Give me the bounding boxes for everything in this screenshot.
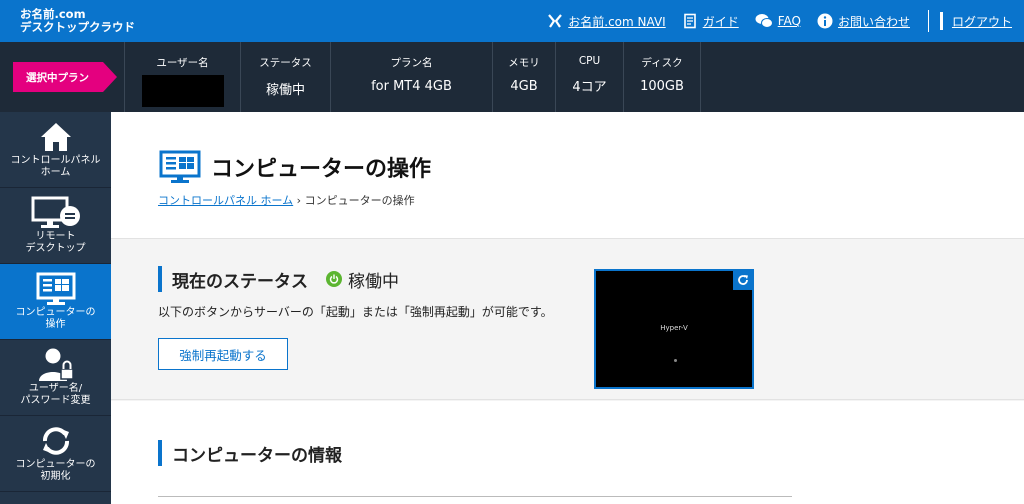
refresh-preview-button[interactable] (733, 270, 753, 290)
plan-col-disk: ディスク 100GB (623, 42, 701, 112)
logout-icon (939, 12, 943, 30)
status-heading-text: 現在のステータス (172, 271, 308, 292)
nav-contact[interactable]: お問い合わせ (817, 13, 910, 30)
main-content: コンピューターの操作 コントロールパネル ホーム › コンピューターの操作 現在… (111, 112, 1024, 504)
sidebar-item-home[interactable]: コントロールパネル ホーム (0, 112, 111, 188)
loading-spinner (674, 359, 677, 362)
plan-col-cpu: CPU 4コア (555, 42, 623, 112)
sidebar-item-label: ユーザー名/ パスワード変更 (20, 383, 91, 406)
sidebar-item-label: コンピューターの 操作 (15, 307, 96, 330)
home-icon (40, 123, 71, 151)
breadcrumb-home-link[interactable]: コントロールパネル ホーム (158, 194, 293, 207)
plan-col-username: ユーザー名 (124, 42, 240, 112)
status-section: 現在のステータス 稼働中 以下のボタンからサーバーの「起動」または「強制再起動」… (111, 240, 1024, 400)
nav-label: ログアウト (951, 14, 1012, 29)
remote-desktop-icon (31, 196, 80, 228)
guide-icon (683, 13, 696, 29)
nav-faq[interactable]: FAQ (755, 13, 801, 29)
username-header: ユーザー名 (156, 57, 209, 69)
plan-bar: 選択中プラン ユーザー名 ステータス 稼働中 プラン名 for MT4 4GB … (0, 42, 1024, 112)
heading-accent-bar (158, 440, 162, 466)
nav-label: お名前.com NAVI (568, 14, 666, 29)
preview-text: Hyper-V (660, 324, 688, 332)
divider (158, 496, 792, 497)
force-restart-button[interactable]: 強制再起動する (158, 338, 288, 370)
navi-icon (548, 14, 563, 28)
console-preview[interactable]: Hyper-V (594, 269, 754, 389)
top-nav: お名前.com NAVI ガイド FAQ お問い合わせ ログアウト (531, 0, 1024, 42)
status-heading: 現在のステータス 稼働中 (158, 266, 399, 292)
current-status: 稼働中 (326, 267, 399, 292)
brand-logo[interactable]: お名前.com デスクトップクラウド (0, 8, 135, 34)
sidebar-item-label: コントロールパネル ホーム (10, 155, 101, 178)
plan-name-header: プラン名 (390, 57, 433, 69)
info-section: コンピューターの情報 (111, 401, 1024, 504)
sidebar-item-computer-ops[interactable]: コンピューターの 操作 (0, 264, 111, 340)
nav-guide[interactable]: ガイド (682, 13, 739, 30)
sidebar-item-reset[interactable]: コンピューターの 初期化 (0, 416, 111, 492)
nav-label: ガイド (702, 14, 739, 29)
top-header: お名前.com デスクトップクラウド お名前.com NAVI ガイド FAQ … (0, 0, 1024, 42)
sidebar-item-label: リモート デスクトップ (25, 231, 86, 254)
nav-onamae-navi[interactable]: お名前.com NAVI (547, 13, 666, 30)
breadcrumb-current: コンピューターの操作 (304, 194, 415, 207)
reset-icon (42, 427, 69, 455)
nav-label: FAQ (777, 14, 801, 28)
selected-plan-badge: 選択中プラン (13, 62, 117, 92)
plan-col-status: ステータス 稼働中 (240, 42, 330, 112)
breadcrumb-separator: › (296, 194, 302, 207)
title-area: コンピューターの操作 コントロールパネル ホーム › コンピューターの操作 (111, 112, 1024, 239)
cpu-header: CPU (578, 55, 601, 67)
sidebar-item-remote-desktop[interactable]: リモート デスクトップ (0, 188, 111, 264)
plan-name-value: for MT4 4GB (371, 79, 452, 94)
sidebar-item-label: コンピューターの 初期化 (15, 459, 96, 482)
user-lock-icon (38, 348, 74, 381)
breadcrumb: コントロールパネル ホーム › コンピューターの操作 (158, 192, 415, 208)
computer-icon (36, 272, 75, 305)
info-icon (817, 13, 833, 29)
plan-col-memory: メモリ 4GB (492, 42, 555, 112)
sidebar-item-user-password[interactable]: ユーザー名/ パスワード変更 (0, 340, 111, 416)
nav-divider (927, 10, 929, 32)
nav-label: お問い合わせ (837, 14, 910, 29)
computer-icon (159, 150, 201, 183)
current-status-text: 稼働中 (348, 271, 399, 292)
status-value: 稼働中 (265, 83, 305, 98)
power-icon (326, 271, 342, 287)
plan-col-plan: プラン名 for MT4 4GB (330, 42, 492, 112)
page-title-text: コンピューターの操作 (211, 157, 432, 182)
faq-icon (755, 14, 773, 28)
heading-accent-bar (158, 266, 162, 292)
status-header: ステータス (259, 57, 312, 69)
refresh-icon (738, 275, 748, 285)
memory-header: メモリ (508, 57, 540, 69)
disk-value: 100GB (640, 79, 684, 94)
info-heading-text: コンピューターの情報 (172, 445, 342, 466)
status-description: 以下のボタンからサーバーの「起動」または「強制再起動」が可能です。 (158, 305, 553, 319)
cpu-value: 4コア (572, 80, 607, 95)
page-title: コンピューターの操作 (159, 150, 431, 184)
nav-logout[interactable]: ログアウト (939, 12, 1012, 30)
brand-line2: デスクトップクラウド (20, 20, 135, 34)
username-redacted (141, 75, 224, 107)
memory-value: 4GB (510, 79, 538, 94)
info-heading: コンピューターの情報 (158, 440, 342, 466)
sidebar: コントロールパネル ホーム リモート デスクトップ コンピューターの 操作 ユー… (0, 112, 111, 504)
disk-header: ディスク (641, 57, 683, 69)
